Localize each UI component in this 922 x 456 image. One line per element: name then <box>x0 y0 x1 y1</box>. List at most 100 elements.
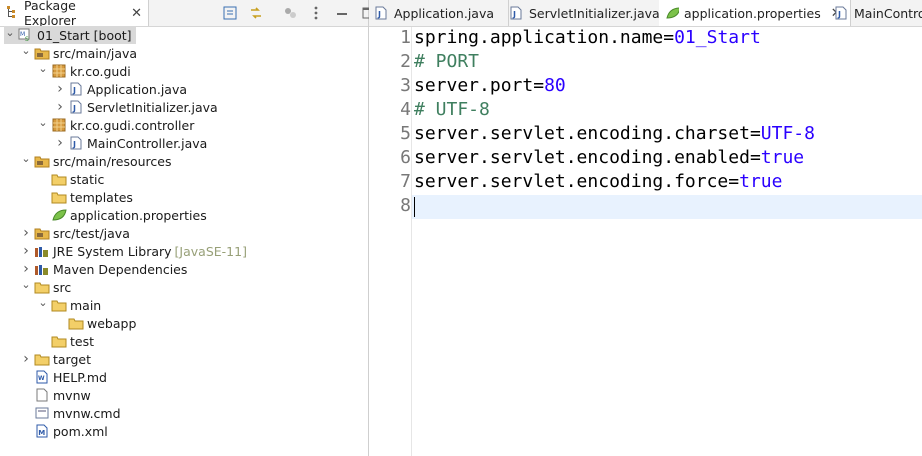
tree-item[interactable]: ⌄ src <box>20 278 71 296</box>
collapsed-chevron-icon[interactable]: › <box>20 243 32 259</box>
line-number: 5 <box>400 123 411 144</box>
tree-item-label: JRE System Library <box>53 243 172 259</box>
tree-item[interactable]: › src/test/java <box>20 224 130 242</box>
expanded-chevron-icon[interactable]: ⌄ <box>20 278 32 291</box>
tree-item[interactable]: › J ServletInitializer.java <box>54 98 218 116</box>
tree-item[interactable]: › target <box>20 350 91 368</box>
tree-item-label: main <box>70 297 102 313</box>
expanded-chevron-icon[interactable]: ⌄ <box>37 62 49 75</box>
tree-item-label: HELP.md <box>53 369 107 385</box>
collapse-all-icon[interactable] <box>222 5 238 21</box>
line-number: 8 <box>400 195 411 216</box>
tree-item[interactable]: ⌄ M S 01_Start [boot] <box>4 26 136 44</box>
collapsed-chevron-icon[interactable]: › <box>20 351 32 367</box>
package-explorer-icon <box>6 4 19 23</box>
properties-file-icon <box>51 207 67 223</box>
tree-item[interactable]: › JRE System Library [JavaSE-11] <box>20 242 247 260</box>
tree-item[interactable]: Mpom.xml <box>20 422 108 440</box>
library-icon <box>34 243 50 259</box>
editor-area: J Application.java J ServletInitializer.jav… <box>369 0 922 456</box>
link-with-editor-icon[interactable] <box>248 5 264 21</box>
svg-text:J: J <box>512 10 516 19</box>
code-line[interactable]: # PORT <box>414 51 479 72</box>
tree-item[interactable]: ⌄ kr.co.gudi <box>37 62 130 80</box>
expanded-chevron-icon[interactable]: ⌄ <box>37 296 49 309</box>
java-file-icon: J <box>835 6 849 20</box>
tree-item[interactable]: ⌄ kr.co.gudi.controller <box>37 116 194 134</box>
editor-tab[interactable]: J MainControlle <box>829 0 922 26</box>
java-file-icon: J <box>68 99 84 115</box>
close-icon[interactable]: ✕ <box>131 6 142 21</box>
comment-token: # UTF-8 <box>414 99 490 120</box>
view-toolbar <box>222 5 386 21</box>
tree-item-label: pom.xml <box>53 423 108 439</box>
collapsed-chevron-icon[interactable]: › <box>20 225 32 241</box>
tree-item[interactable]: templates <box>37 188 133 206</box>
editor-tab[interactable]: J ServletInitializer.java <box>504 0 675 26</box>
svg-text:W: W <box>38 375 45 382</box>
editor-tab[interactable]: application.properties✕ <box>659 0 851 26</box>
collapsed-chevron-icon[interactable]: › <box>54 135 66 151</box>
assign-token: = <box>663 27 675 48</box>
tree-item[interactable]: mvnw <box>20 386 91 404</box>
code-line[interactable]: server.servlet.encoding.charset=UTF-8 <box>414 123 815 144</box>
source-folder-icon <box>34 153 50 169</box>
collapsed-chevron-icon[interactable]: › <box>54 81 66 97</box>
tree-item[interactable]: › J Application.java <box>54 80 187 98</box>
view-menu-icon[interactable] <box>308 5 324 21</box>
property-value: 80 <box>544 75 566 96</box>
line-number: 1 <box>400 27 411 48</box>
tree-item[interactable]: › J MainController.java <box>54 134 207 152</box>
tree-item-label: test <box>70 333 95 349</box>
code-line[interactable]: server.servlet.encoding.enabled=true <box>414 147 804 168</box>
folder-icon <box>51 333 67 349</box>
tree-item-decoration: [JavaSE-11] <box>174 243 247 259</box>
tree-item[interactable]: W HELP.md <box>20 368 107 386</box>
tree-item[interactable]: application.properties <box>37 206 207 224</box>
code-line[interactable]: server.port=80 <box>414 75 566 96</box>
package-explorer-view: Package Explorer ✕ ⌄ M S 01_Start [boot] ⌄ sr… <box>0 0 374 456</box>
code-line[interactable]: server.servlet.encoding.force=true <box>414 171 782 192</box>
tree-item[interactable]: ⌄ src/main/resources <box>20 152 171 170</box>
tab-package-explorer[interactable]: Package Explorer ✕ <box>0 0 149 28</box>
tree-item[interactable]: test <box>37 332 94 350</box>
collapsed-chevron-icon[interactable]: › <box>54 99 66 115</box>
java-file-icon: J <box>510 6 524 20</box>
tree-item[interactable]: webapp <box>54 314 136 332</box>
editor-tab[interactable]: J Application.java <box>369 0 510 26</box>
tree-item-label: 01_Start [boot] <box>37 27 132 43</box>
properties-file-icon <box>665 6 679 20</box>
collapsed-chevron-icon[interactable]: › <box>20 261 32 277</box>
tree-item[interactable]: mvnw.cmd <box>20 404 121 422</box>
package-explorer-tabbar: Package Explorer ✕ <box>0 0 374 28</box>
java-file-icon: J <box>375 6 389 20</box>
svg-text:J: J <box>837 10 841 19</box>
line-number: 3 <box>400 75 411 96</box>
folder-icon <box>51 189 67 205</box>
property-value: true <box>760 147 805 168</box>
tree-item-label: target <box>53 351 92 367</box>
tree-item-label: src <box>53 279 72 295</box>
tree-item[interactable]: ⌄ main <box>37 296 101 314</box>
tree-item[interactable]: static <box>37 170 104 188</box>
expanded-chevron-icon[interactable]: ⌄ <box>4 26 16 39</box>
tree-item-label: src/main/java <box>53 45 138 61</box>
assign-token: = <box>749 147 761 168</box>
code-line[interactable]: # UTF-8 <box>414 99 490 120</box>
focus-icon[interactable] <box>282 5 298 21</box>
property-key: server.servlet.encoding.charset <box>414 123 750 144</box>
expanded-chevron-icon[interactable]: ⌄ <box>20 152 32 165</box>
expanded-chevron-icon[interactable]: ⌄ <box>20 44 32 57</box>
tree-item[interactable]: ⌄ src/main/java <box>20 44 137 62</box>
tree-item[interactable]: › Maven Dependencies <box>20 260 187 278</box>
code-line[interactable]: spring.application.name=01_Start <box>414 27 761 48</box>
tree-item-label: application.properties <box>70 207 207 223</box>
tree-item-label: static <box>70 171 105 187</box>
expanded-chevron-icon[interactable]: ⌄ <box>37 116 49 129</box>
minimize-icon[interactable] <box>334 5 350 21</box>
tree-item-label: mvnw <box>53 387 91 403</box>
current-line-highlight <box>412 195 922 219</box>
assign-token: = <box>749 123 761 144</box>
tab-label: Package Explorer <box>24 0 77 28</box>
folder-icon <box>34 279 50 295</box>
